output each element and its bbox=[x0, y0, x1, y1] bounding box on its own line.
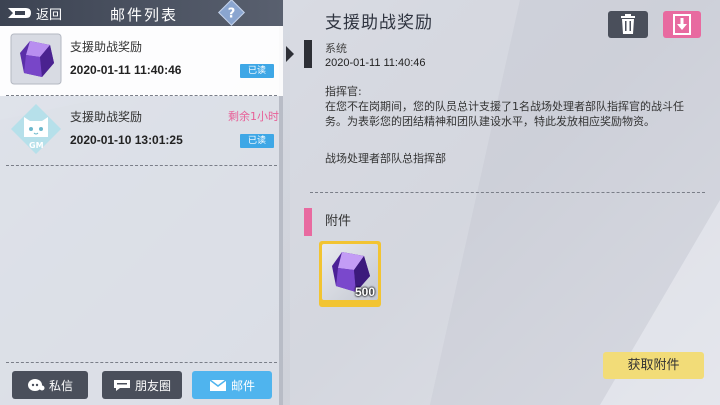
mail-date: 2020-01-11 11:40:46 bbox=[70, 63, 182, 77]
download-icon bbox=[673, 14, 691, 35]
read-badge: 已读 bbox=[240, 134, 274, 148]
question-icon: ? bbox=[227, 6, 236, 22]
tab-private-message[interactable]: 私信 bbox=[12, 371, 88, 399]
mail-list-item[interactable]: 支援助战奖励 2020-01-11 11:40:46 已读 bbox=[0, 26, 283, 96]
page-title: 邮件列表 bbox=[110, 6, 179, 24]
mail-list-panel: 返回 邮件列表 ? 支援助战奖励 2020-01-11 11:40:46 已读 bbox=[0, 0, 283, 405]
claim-attachment-button[interactable]: 获取附件 bbox=[603, 352, 704, 379]
attachment-accent-bar bbox=[304, 208, 312, 236]
read-badge: 已读 bbox=[240, 64, 274, 78]
divider bbox=[6, 362, 277, 363]
mail-subject: 支援助战奖励 bbox=[70, 40, 143, 54]
attachment-quantity: 500 bbox=[354, 285, 375, 299]
delete-button[interactable] bbox=[608, 11, 648, 38]
attachment-thumb: 500 bbox=[322, 244, 378, 300]
sender-accent-bar bbox=[304, 40, 312, 68]
gm-label: GM bbox=[29, 141, 44, 150]
mail-title: 支援助战奖励 bbox=[325, 13, 433, 33]
tab-mail[interactable]: 邮件 bbox=[192, 371, 272, 399]
envelope-icon bbox=[209, 378, 227, 391]
purple-crystal-icon bbox=[10, 33, 62, 85]
tab-label: 朋友圈 bbox=[134, 378, 171, 393]
tab-moments[interactable]: 朋友圈 bbox=[102, 371, 182, 399]
mail-subject: 支援助战奖励 bbox=[70, 110, 143, 124]
back-button[interactable]: 返回 bbox=[6, 3, 62, 23]
moments-icon bbox=[113, 380, 130, 391]
expire-label: 剩余1小时 bbox=[228, 110, 279, 123]
tab-label: 邮件 bbox=[230, 378, 255, 393]
mail-date: 2020-01-10 13:01:25 bbox=[70, 133, 183, 147]
attachment-heading: 附件 bbox=[325, 214, 352, 229]
attachment-item[interactable]: 500 bbox=[319, 241, 381, 307]
help-button[interactable]: ? bbox=[218, 0, 245, 26]
trash-icon bbox=[621, 14, 635, 34]
body-paragraph: 在您不在岗期间，您的队员总计支援了1名战场处理者部队指挥官的战斗任务。为表彰您的… bbox=[325, 100, 684, 128]
sent-time: 2020-01-11 11:40:46 bbox=[325, 57, 426, 69]
back-logo-icon bbox=[8, 8, 31, 18]
mail-signature: 战场处理者部队总指挥部 bbox=[325, 152, 446, 165]
divider bbox=[310, 192, 705, 193]
gm-cat-avatar-icon: GM bbox=[10, 103, 62, 155]
divider bbox=[6, 165, 277, 166]
back-label: 返回 bbox=[36, 7, 63, 23]
selection-pointer bbox=[286, 46, 294, 62]
save-attachment-button[interactable] bbox=[663, 11, 701, 38]
sender-name: 系统 bbox=[325, 42, 347, 55]
mail-body: 指挥官: 在您不在岗期间，您的队员总计支援了1名战场处理者部队指挥官的战斗任务。… bbox=[325, 84, 690, 129]
mail-list-item[interactable]: GM 支援助战奖励 剩余1小时 2020-01-10 13:01:25 已读 bbox=[0, 96, 283, 166]
body-greeting: 指挥官: bbox=[325, 85, 362, 98]
chat-bubble-icon bbox=[27, 379, 45, 391]
top-bar: 返回 邮件列表 ? bbox=[0, 0, 283, 26]
tab-label: 私信 bbox=[48, 378, 73, 393]
